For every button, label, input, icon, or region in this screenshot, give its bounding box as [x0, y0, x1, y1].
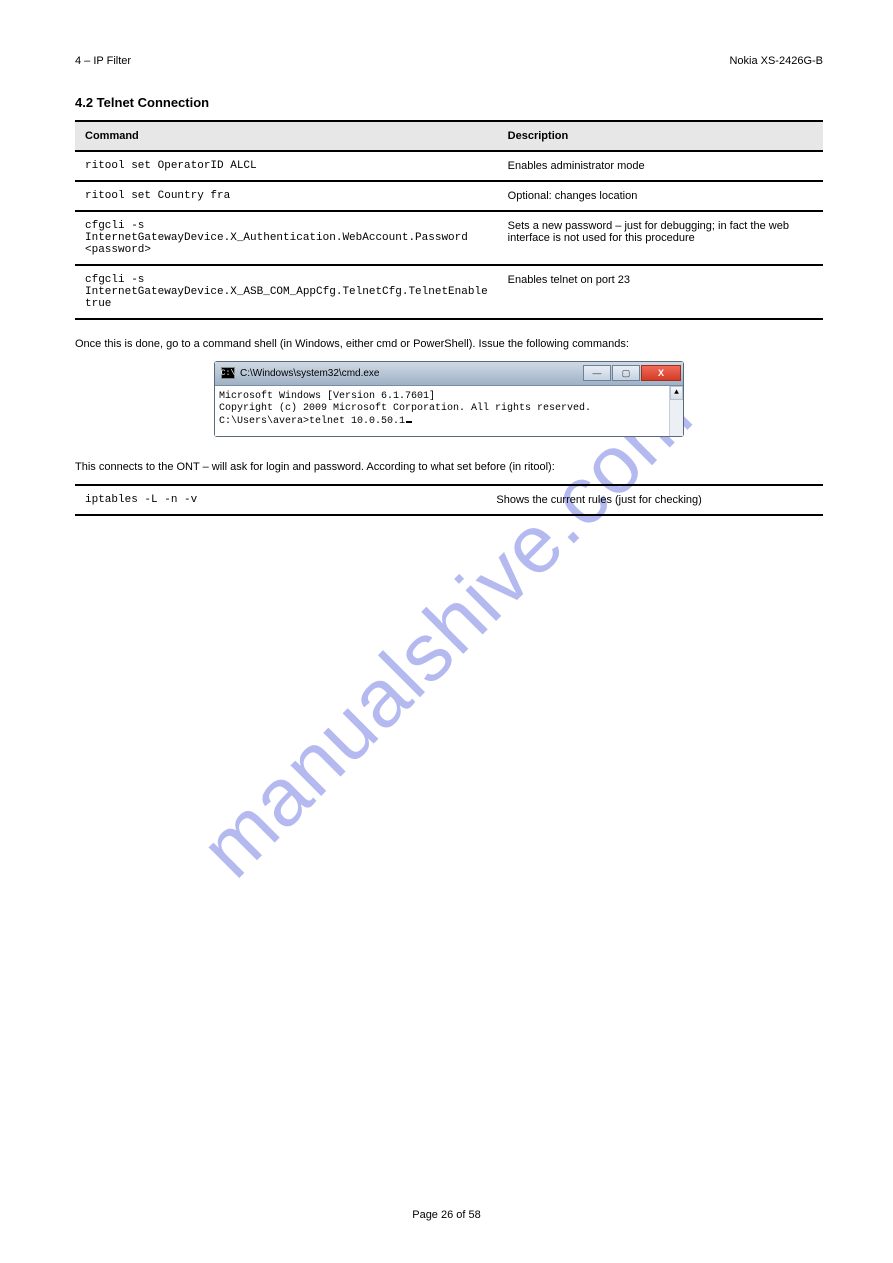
- desc-cell: Enables telnet on port 23: [498, 265, 823, 319]
- cursor-icon: [406, 421, 412, 423]
- desc-cell: Shows the current rules (just for checki…: [486, 485, 823, 515]
- cmd-cell: iptables -L -n -v: [75, 485, 486, 515]
- table-row: ritool set Country fra Optional: changes…: [75, 181, 823, 211]
- terminal-body: ▲ Microsoft Windows [Version 6.1.7601] C…: [215, 386, 683, 437]
- terminal-line: Microsoft Windows [Version 6.1.7601]: [219, 391, 679, 404]
- page-header: 4 – IP Filter Nokia XS-2426G-B: [75, 55, 823, 67]
- rules-table: iptables -L -n -v Shows the current rule…: [75, 484, 823, 516]
- terminal-line: Copyright (c) 2009 Microsoft Corporation…: [219, 403, 679, 416]
- header-left: 4 – IP Filter: [75, 55, 131, 67]
- terminal-line: C:\Users\avera>telnet 10.0.50.1: [219, 416, 679, 429]
- header-right: Nokia XS-2426G-B: [729, 55, 823, 67]
- table-row: cfgcli -s InternetGatewayDevice.X_ASB_CO…: [75, 265, 823, 319]
- paragraph: This connects to the ONT – will ask for …: [75, 459, 823, 476]
- window-controls: — ▢ X: [583, 365, 681, 381]
- maximize-button[interactable]: ▢: [612, 365, 640, 381]
- col-header-description: Description: [498, 121, 823, 151]
- scrollbar[interactable]: ▲: [669, 386, 683, 437]
- minimize-button[interactable]: —: [583, 365, 611, 381]
- commands-table: Command Description ritool set OperatorI…: [75, 120, 823, 320]
- cmd-cell: ritool set OperatorID ALCL: [75, 151, 498, 181]
- terminal-window: C:\ C:\Windows\system32\cmd.exe — ▢ X ▲ …: [214, 361, 684, 438]
- paragraph: Once this is done, go to a command shell…: [75, 336, 823, 353]
- scroll-track[interactable]: [670, 400, 683, 437]
- terminal-title: C:\Windows\system32\cmd.exe: [240, 368, 583, 379]
- section-title: 4.2 Telnet Connection: [75, 95, 823, 110]
- table-row: iptables -L -n -v Shows the current rule…: [75, 485, 823, 515]
- cmd-cell: cfgcli -s InternetGatewayDevice.X_Authen…: [75, 211, 498, 265]
- col-header-command: Command: [75, 121, 498, 151]
- desc-cell: Enables administrator mode: [498, 151, 823, 181]
- close-button[interactable]: X: [641, 365, 681, 381]
- terminal-screenshot: C:\ C:\Windows\system32\cmd.exe — ▢ X ▲ …: [75, 361, 823, 438]
- table-row: cfgcli -s InternetGatewayDevice.X_Authen…: [75, 211, 823, 265]
- cmd-icon: C:\: [221, 367, 235, 379]
- desc-cell: Optional: changes location: [498, 181, 823, 211]
- cmd-cell: cfgcli -s InternetGatewayDevice.X_ASB_CO…: [75, 265, 498, 319]
- cmd-cell: ritool set Country fra: [75, 181, 498, 211]
- page-footer: Page 26 of 58: [0, 1209, 893, 1221]
- table-row: ritool set OperatorID ALCL Enables admin…: [75, 151, 823, 181]
- scroll-up-icon[interactable]: ▲: [670, 386, 683, 400]
- desc-cell: Sets a new password – just for debugging…: [498, 211, 823, 265]
- page-content: 4 – IP Filter Nokia XS-2426G-B 4.2 Telne…: [0, 0, 893, 556]
- terminal-titlebar: C:\ C:\Windows\system32\cmd.exe — ▢ X: [215, 362, 683, 386]
